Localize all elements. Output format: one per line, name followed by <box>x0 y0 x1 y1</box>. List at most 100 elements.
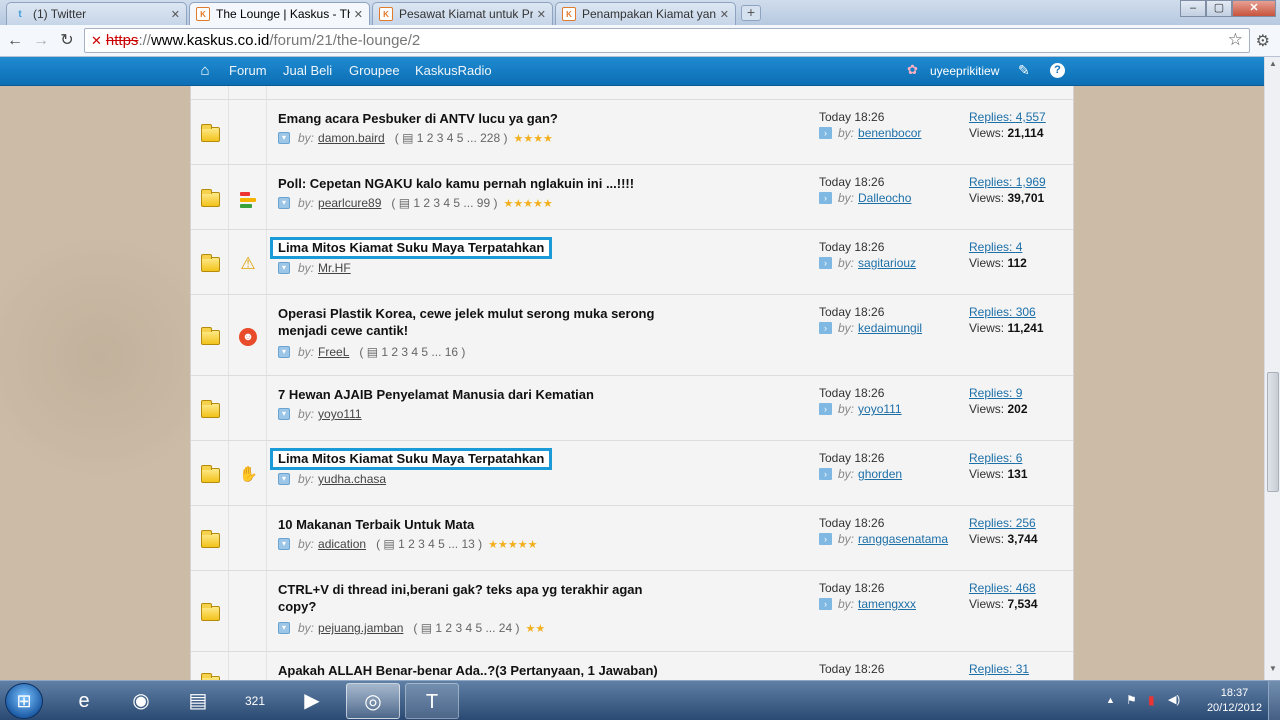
nav-groupee[interactable]: Groupee <box>349 63 400 78</box>
author-link[interactable]: pearlcure89 <box>318 196 381 210</box>
new-tab-button[interactable]: + <box>741 5 761 21</box>
page-links[interactable]: ( ▤ 1 2 3 4 5 ... 228 ) <box>395 131 508 145</box>
thread-dropdown-icon[interactable]: ▾ <box>278 622 290 634</box>
nav-kaskusradio[interactable]: KaskusRadio <box>415 63 492 78</box>
scroll-up-arrow-icon[interactable]: ▲ <box>1267 59 1279 71</box>
go-to-last-post-icon[interactable]: › <box>819 598 832 610</box>
close-window-button[interactable]: ✕ <box>1232 0 1276 17</box>
thread-title-link[interactable]: 7 Hewan AJAIB Penyelamat Manusia dari Ke… <box>278 386 688 403</box>
last-poster-link[interactable]: ghorden <box>858 467 902 481</box>
replies-link[interactable]: Replies: 31 <box>969 662 1029 676</box>
replies-link[interactable]: Replies: 256 <box>969 516 1038 530</box>
last-poster-link[interactable]: kedaimungil <box>858 321 922 335</box>
thread-title-link[interactable]: Lima Mitos Kiamat Suku Maya Terpatahkan <box>270 237 553 259</box>
scroll-down-arrow-icon[interactable]: ▼ <box>1267 664 1279 676</box>
reload-button[interactable]: ↻ <box>57 31 77 51</box>
tab-close-icon[interactable]: ✕ <box>720 8 729 21</box>
thread-dropdown-icon[interactable]: ▾ <box>278 262 290 274</box>
app-icon[interactable]: T <box>405 683 459 719</box>
last-poster-link[interactable]: benenbocor <box>858 126 921 140</box>
firefox-icon[interactable]: ◉ <box>114 683 168 719</box>
media-player-classic-icon[interactable]: 321 <box>228 683 282 719</box>
tab-close-icon[interactable]: ✕ <box>354 8 363 21</box>
thread-dropdown-icon[interactable]: ▾ <box>278 473 290 485</box>
thread-dropdown-icon[interactable]: ▾ <box>278 346 290 358</box>
media-icon[interactable]: ▶ <box>285 683 339 719</box>
scrollbar-thumb[interactable] <box>1267 372 1279 492</box>
start-button[interactable]: ⊞ <box>5 683 43 719</box>
chrome-icon[interactable]: ◎ <box>346 683 400 719</box>
network-icon[interactable]: ▮ <box>1148 693 1155 707</box>
thread-title-link[interactable]: 10 Makanan Terbaik Untuk Mata <box>278 516 688 533</box>
thread-title-link[interactable]: Apakah ALLAH Benar-benar Ada..?(3 Pertan… <box>278 662 688 679</box>
forward-button[interactable]: → <box>31 31 51 51</box>
page-scrollbar[interactable]: ▲ ▼ <box>1264 57 1280 680</box>
replies-link[interactable]: Replies: 468 <box>969 581 1038 595</box>
show-desktop-button[interactable] <box>1268 681 1280 720</box>
replies-link[interactable]: Replies: 1,969 <box>969 175 1046 189</box>
author-link[interactable]: damon.baird <box>318 131 385 145</box>
insecure-lock-icon[interactable]: ✕ <box>91 33 102 49</box>
tab-twitter[interactable]: t (1) Twitter ✕ <box>6 2 187 25</box>
page-links[interactable]: ( ▤ 1 2 3 4 5 ... 13 ) <box>376 537 482 551</box>
internet-explorer-icon[interactable]: e <box>57 683 111 719</box>
windows-explorer-icon[interactable]: ▤ <box>171 683 225 719</box>
go-to-last-post-icon[interactable]: › <box>819 192 832 204</box>
author-link[interactable]: yudha.chasa <box>318 472 386 486</box>
nav-jual-beli[interactable]: Jual Beli <box>283 63 332 78</box>
home-icon[interactable]: ⌂ <box>197 62 213 80</box>
thread-dropdown-icon[interactable]: ▾ <box>278 408 290 420</box>
go-to-last-post-icon[interactable]: › <box>819 257 832 269</box>
author-link[interactable]: FreeL <box>318 345 349 359</box>
action-center-flag-icon[interactable]: ⚑ <box>1126 693 1137 707</box>
last-poster-link[interactable]: sagitariouz <box>858 256 916 270</box>
help-icon[interactable]: ? <box>1050 63 1065 78</box>
author-link[interactable]: Mr.HF <box>318 261 351 275</box>
settings-wrench-icon[interactable]: ⚙ <box>1256 31 1270 51</box>
thread-dropdown-icon[interactable]: ▾ <box>278 538 290 550</box>
tab-close-icon[interactable]: ✕ <box>171 8 180 21</box>
nav-forum[interactable]: Forum <box>229 63 267 78</box>
username-link[interactable]: uyeeprikitiew <box>930 64 999 78</box>
maximize-button[interactable]: ▢ <box>1206 0 1232 17</box>
go-to-last-post-icon[interactable]: › <box>819 127 832 139</box>
thread-title-link[interactable]: CTRL+V di thread ini,berani gak? teks ap… <box>278 581 688 615</box>
go-to-last-post-icon[interactable]: › <box>819 533 832 545</box>
page-links[interactable]: ( ▤ 1 2 3 4 5 ... 99 ) <box>391 196 497 210</box>
tab-close-icon[interactable]: ✕ <box>537 8 546 21</box>
last-poster-link[interactable]: ranggasenatama <box>858 532 948 546</box>
last-poster-link[interactable]: tamengxxx <box>858 597 916 611</box>
last-poster-link[interactable]: Dalleocho <box>858 191 911 205</box>
page-links[interactable]: ( ▤ 1 2 3 4 5 ... 16 ) <box>359 345 465 359</box>
tab-penampakan-kiamat[interactable]: K Penampakan Kiamat yan... ✕ <box>555 2 736 25</box>
replies-link[interactable]: Replies: 306 <box>969 305 1044 319</box>
address-bar[interactable]: ✕ https :// www.kaskus.co.id /forum/21/t… <box>84 28 1250 53</box>
thread-dropdown-icon[interactable]: ▾ <box>278 197 290 209</box>
show-hidden-icons-icon[interactable]: ▲ <box>1106 695 1115 705</box>
last-poster-link[interactable]: yoyo111 <box>858 402 902 416</box>
replies-link[interactable]: Replies: 9 <box>969 386 1028 400</box>
thread-title-link[interactable]: Lima Mitos Kiamat Suku Maya Terpatahkan <box>270 448 553 470</box>
thread-title-link[interactable]: Emang acara Pesbuker di ANTV lucu ya gan… <box>278 110 688 127</box>
tab-pesawat-kiamat[interactable]: K Pesawat Kiamat untuk Pr... ✕ <box>372 2 553 25</box>
volume-icon[interactable]: ◀) <box>1168 693 1180 706</box>
tab-the-lounge[interactable]: K The Lounge | Kaskus - Th... ✕ <box>189 2 370 25</box>
thread-dropdown-icon[interactable]: ▾ <box>278 132 290 144</box>
replies-link[interactable]: Replies: 4,557 <box>969 110 1046 124</box>
page-links[interactable]: ( ▤ 1 2 3 4 5 ... 24 ) <box>413 621 519 635</box>
minimize-button[interactable]: ‒ <box>1180 0 1206 17</box>
user-avatar-icon[interactable]: ✿ <box>907 62 918 78</box>
thread-title-link[interactable]: Operasi Plastik Korea, cewe jelek mulut … <box>278 305 688 339</box>
author-link[interactable]: adication <box>318 537 366 551</box>
replies-link[interactable]: Replies: 4 <box>969 240 1027 254</box>
thread-title-link[interactable]: Poll: Cepetan NGAKU kalo kamu pernah ngl… <box>278 175 688 192</box>
go-to-last-post-icon[interactable]: › <box>819 403 832 415</box>
author-link[interactable]: pejuang.jamban <box>318 621 403 635</box>
go-to-last-post-icon[interactable]: › <box>819 322 832 334</box>
edit-pencil-icon[interactable]: ✎ <box>1018 62 1030 79</box>
bookmark-star-icon[interactable]: ☆ <box>1228 30 1243 50</box>
go-to-last-post-icon[interactable]: › <box>819 468 832 480</box>
author-link[interactable]: yoyo111 <box>318 407 362 421</box>
system-clock[interactable]: 18:37 20/12/2012 <box>1207 686 1262 716</box>
back-button[interactable]: ← <box>5 31 25 51</box>
